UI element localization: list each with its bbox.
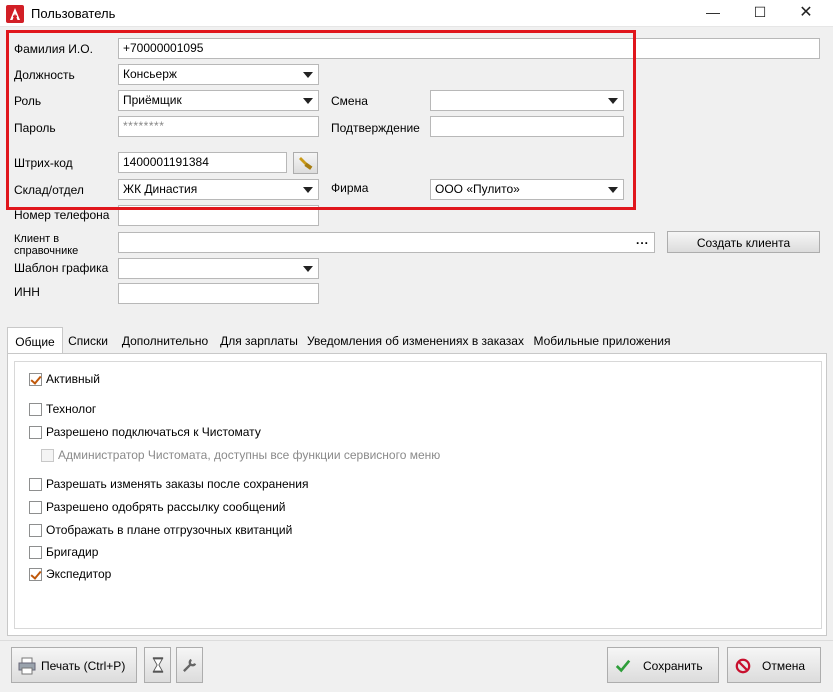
firm-select[interactable]: ООО «Пулито»	[430, 179, 624, 200]
save-label: Сохранить	[643, 659, 703, 673]
shift-label: Смена	[331, 94, 368, 108]
warehouse-label: Склад/отдел	[14, 183, 84, 197]
printer-icon	[18, 657, 36, 675]
barcode-value: 1400001191384	[123, 155, 209, 169]
position-value: Консьерж	[123, 67, 177, 81]
print-label: Печать (Ctrl+P)	[41, 659, 126, 673]
password-label: Пароль	[14, 121, 56, 135]
fio-value: +70000001095	[123, 41, 204, 55]
print-button[interactable]: Печать (Ctrl+P)	[11, 647, 137, 683]
app-logo-icon	[6, 5, 24, 23]
client-label: Клиент в справочнике	[14, 233, 79, 257]
title-bar: Пользователь — ☐ ✕	[0, 0, 833, 27]
checkbox-icon	[29, 478, 42, 491]
position-label: Должность	[14, 68, 75, 82]
tab-panel-general: Активный Технолог Разрешено подключаться…	[7, 353, 827, 636]
dropdown-arrow-icon	[303, 72, 313, 78]
checkmark-icon	[615, 659, 631, 673]
tab-additional[interactable]: Дополнительно	[119, 327, 211, 353]
dropdown-arrow-icon	[608, 98, 618, 104]
save-button[interactable]: Сохранить	[607, 647, 719, 683]
cancel-label: Отмена	[762, 659, 806, 673]
inn-label: ИНН	[14, 285, 40, 299]
checkbox-label: Активный	[46, 372, 100, 386]
settings-button[interactable]	[176, 647, 203, 683]
checkbox-icon	[29, 501, 42, 514]
dropdown-arrow-icon	[608, 187, 618, 193]
checkbox-icon	[29, 426, 42, 439]
footer-divider	[0, 640, 833, 641]
checkbox-icon	[29, 568, 42, 581]
dropdown-arrow-icon	[303, 98, 313, 104]
minimize-icon: —	[706, 4, 720, 20]
warehouse-select[interactable]: ЖК Династия	[118, 179, 319, 200]
checkbox-label: Администратор Чистомата, доступны все фу…	[58, 448, 441, 462]
schedule-label: Шаблон графика	[14, 261, 109, 275]
cancel-icon	[735, 658, 751, 674]
password-input[interactable]: ********	[118, 116, 319, 137]
checkbox-icon	[29, 373, 42, 386]
maximize-button[interactable]: ☐	[737, 0, 783, 27]
warehouse-value: ЖК Династия	[123, 182, 198, 196]
confirm-label: Подтверждение	[331, 121, 420, 135]
checkbox-label: Отображать в плане отгрузочных квитанций	[46, 523, 293, 537]
fio-label: Фамилия И.О.	[14, 42, 93, 56]
checkbox-group: Активный Технолог Разрешено подключаться…	[14, 361, 822, 629]
password-value: ********	[123, 119, 165, 133]
tab-mobile-apps[interactable]: Мобильные приложения	[531, 327, 673, 353]
barcode-label: Штрих-код	[14, 156, 73, 170]
close-button[interactable]: ✕	[783, 0, 829, 27]
hourglass-icon	[152, 657, 163, 673]
checkbox-icon	[29, 524, 42, 537]
close-icon: ✕	[799, 4, 813, 21]
checkbox-icon	[41, 449, 54, 462]
dropdown-arrow-icon	[303, 266, 313, 272]
create-client-button[interactable]: Создать клиента	[667, 231, 820, 253]
minimize-button[interactable]: —	[690, 0, 736, 27]
cancel-button[interactable]: Отмена	[727, 647, 821, 683]
tab-salary[interactable]: Для зарплаты	[219, 327, 299, 353]
checkbox-icon	[29, 546, 42, 559]
checkbox-label: Экспедитор	[46, 567, 112, 581]
history-button[interactable]	[144, 647, 171, 683]
schedule-select[interactable]	[118, 258, 319, 279]
checkbox-label: Технолог	[46, 402, 97, 416]
tab-order-notifications[interactable]: Уведомления об изменениях в заказах	[307, 327, 524, 353]
firm-value: ООО «Пулито»	[435, 182, 520, 196]
barcode-scanner-icon	[298, 157, 312, 170]
checkbox-label: Бригадир	[46, 545, 99, 559]
phone-input[interactable]	[118, 205, 319, 226]
wrench-icon	[183, 658, 197, 672]
checkbox-label: Разрешать изменять заказы после сохранен…	[46, 477, 309, 491]
tab-general[interactable]: Общие	[7, 327, 63, 354]
dropdown-arrow-icon	[303, 187, 313, 193]
browse-dots-icon[interactable]: ...	[636, 233, 649, 248]
role-value: Приёмщик	[123, 93, 182, 107]
role-select[interactable]: Приёмщик	[118, 90, 319, 111]
checkbox-label: Разрешено подключаться к Чистомату	[46, 425, 261, 439]
window-title: Пользователь	[31, 6, 116, 21]
shift-select[interactable]	[430, 90, 624, 111]
firm-label: Фирма	[331, 181, 369, 195]
phone-label: Номер телефона	[14, 208, 110, 222]
inn-input[interactable]	[118, 283, 319, 304]
position-select[interactable]: Консьерж	[118, 64, 319, 85]
checkbox-icon	[29, 403, 42, 416]
barcode-input[interactable]: 1400001191384	[118, 152, 287, 173]
role-label: Роль	[14, 94, 42, 108]
confirm-input[interactable]	[430, 116, 624, 137]
barcode-button[interactable]	[293, 152, 318, 174]
checkbox-label: Разрешено одобрять рассылку сообщений	[46, 500, 286, 514]
tab-lists[interactable]: Списки	[66, 327, 110, 353]
client-input[interactable]: ...	[118, 232, 655, 253]
maximize-icon: ☐	[753, 4, 767, 20]
fio-input[interactable]: +70000001095	[118, 38, 820, 59]
